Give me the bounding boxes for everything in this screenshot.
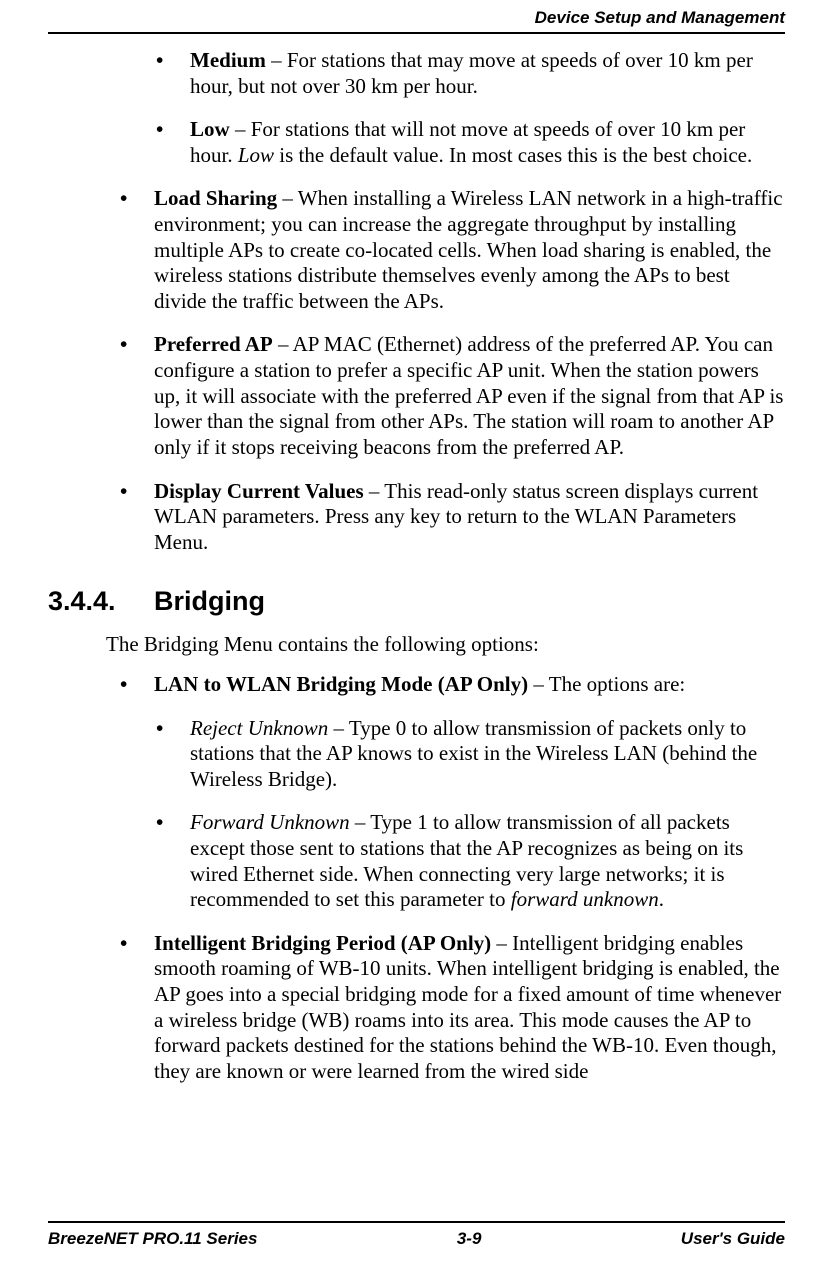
term: Intelligent Bridging Period (AP Only) <box>154 931 491 955</box>
sep: – <box>266 48 287 72</box>
list-item: Medium – For stations that may move at s… <box>132 48 785 99</box>
section-sub-bullets: Reject Unknown – Type 0 to allow transmi… <box>48 716 785 913</box>
page: Device Setup and Management Medium – For… <box>0 0 833 1269</box>
section-heading: 3.4.4.Bridging <box>48 585 785 618</box>
footer-row: BreezeNET PRO.11 Series 3-9 User's Guide <box>48 1229 785 1249</box>
list-item: Display Current Values – This read-only … <box>96 479 785 556</box>
term: Forward Unknown <box>190 810 350 834</box>
list-item: Low – For stations that will not move at… <box>132 117 785 168</box>
list-item: Reject Unknown – Type 0 to allow transmi… <box>132 716 785 793</box>
term: Display Current Values <box>154 479 364 503</box>
list-item: Load Sharing – When installing a Wireles… <box>96 186 785 314</box>
continued-sub-bullets: Medium – For stations that may move at s… <box>48 48 785 168</box>
sep: – <box>491 931 512 955</box>
sep: – <box>328 716 349 740</box>
main-bullets: Load Sharing – When installing a Wireles… <box>48 186 785 555</box>
section-number: 3.4.4. <box>48 585 154 618</box>
section-title: Bridging <box>154 586 265 616</box>
sep: – <box>277 186 298 210</box>
term: Reject Unknown <box>190 716 328 740</box>
section-intro: The Bridging Menu contains the following… <box>106 632 785 658</box>
term: Low <box>190 117 230 141</box>
section-bullets-continued: Intelligent Bridging Period (AP Only) – … <box>48 931 785 1085</box>
term: Load Sharing <box>154 186 277 210</box>
list-item: LAN to WLAN Bridging Mode (AP Only) – Th… <box>96 672 785 698</box>
section-bullets: LAN to WLAN Bridging Mode (AP Only) – Th… <box>48 672 785 698</box>
sep: – <box>350 810 371 834</box>
sep: – <box>273 332 293 356</box>
list-item: Preferred AP – AP MAC (Ethernet) address… <box>96 332 785 460</box>
footer-left: BreezeNET PRO.11 Series <box>48 1229 257 1249</box>
text-post: . <box>659 887 664 911</box>
text-italic: Low <box>238 143 274 167</box>
list-item: Intelligent Bridging Period (AP Only) – … <box>96 931 785 1085</box>
text-post: is the default value. In most cases this… <box>274 143 752 167</box>
footer-rule <box>48 1221 785 1223</box>
footer-center: 3-9 <box>457 1229 482 1249</box>
sep: – <box>528 672 549 696</box>
body-area: Medium – For stations that may move at s… <box>48 34 785 1084</box>
sep: – <box>364 479 385 503</box>
footer-right: User's Guide <box>681 1229 785 1249</box>
sep: – <box>230 117 251 141</box>
term: Preferred AP <box>154 332 273 356</box>
running-header: Device Setup and Management <box>48 0 785 32</box>
footer: BreezeNET PRO.11 Series 3-9 User's Guide <box>48 1221 785 1249</box>
list-item: Forward Unknown – Type 1 to allow transm… <box>132 810 785 912</box>
term: LAN to WLAN Bridging Mode (AP Only) <box>154 672 528 696</box>
term: Medium <box>190 48 266 72</box>
text: The options are: <box>549 672 685 696</box>
text-italic: forward unknown <box>511 887 659 911</box>
